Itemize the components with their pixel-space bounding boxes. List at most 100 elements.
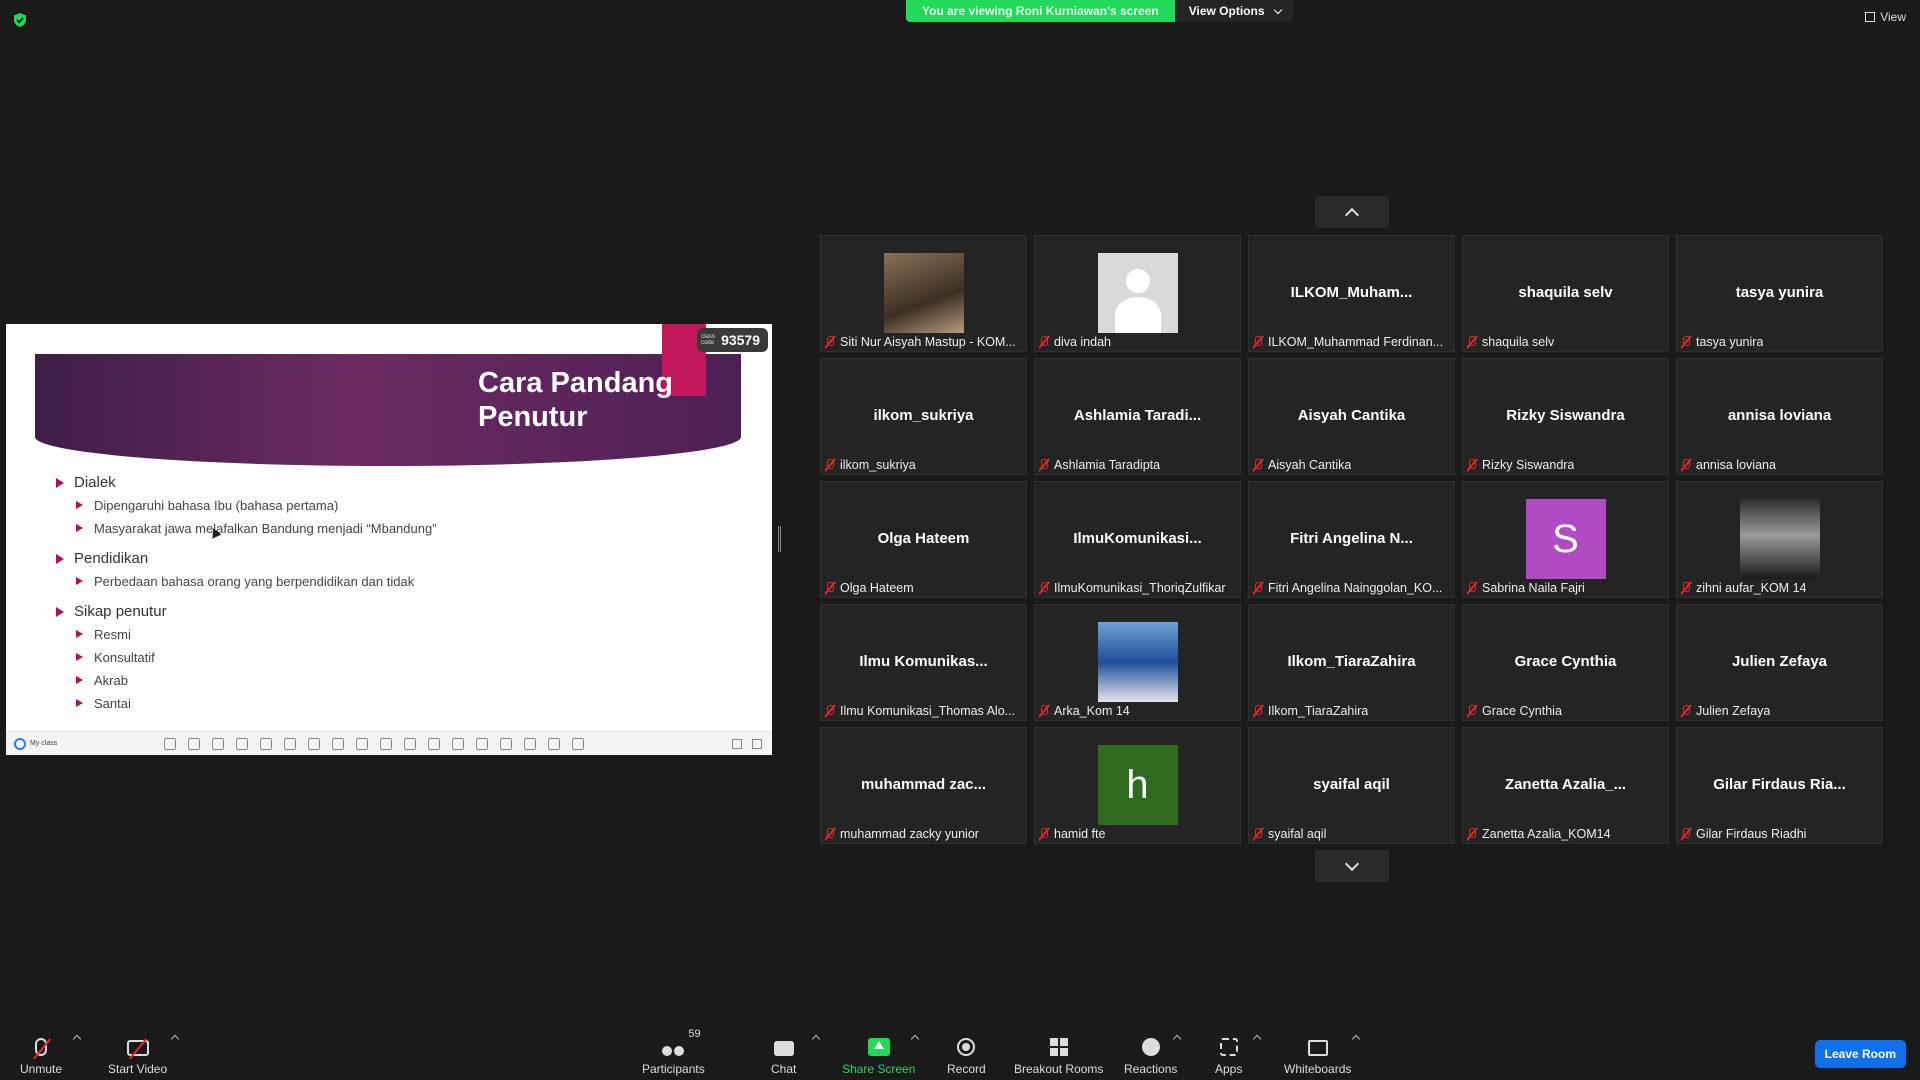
participant-name-bar: annisa loviana — [1681, 458, 1878, 472]
my-class-button[interactable]: My class — [14, 737, 164, 750]
participant-name: Arka_Kom 14 — [1054, 704, 1130, 718]
participant-tile[interactable]: h hamid fte — [1034, 727, 1241, 844]
sub-bullet-item: Dipengaruhi bahasa Ibu (bahasa pertama) — [52, 494, 437, 517]
participant-tile[interactable]: muhammad zac... muhammad zacky yunior — [820, 727, 1027, 844]
microphone-muted-icon — [1253, 581, 1263, 595]
participant-name: shaquila selv — [1482, 335, 1555, 349]
unmute-button[interactable]: Unmute — [20, 1032, 62, 1076]
participants-icon — [662, 1046, 685, 1056]
leave-room-button[interactable]: Leave Room — [1814, 1040, 1906, 1068]
chart-icon[interactable] — [524, 737, 536, 750]
record-button[interactable]: Record — [947, 1032, 986, 1076]
participant-tile[interactable]: syaifal aqil syaifal aqil — [1248, 727, 1455, 844]
participant-tile[interactable]: Julien Zefaya Julien Zefaya — [1676, 604, 1883, 721]
slides-grid-icon[interactable] — [164, 737, 176, 750]
participant-tile[interactable]: Ilkom_TiaraZahira Ilkom_TiaraZahira — [1248, 604, 1455, 721]
gallery-page-down-button[interactable] — [1315, 850, 1389, 882]
shapes-icon[interactable] — [356, 737, 368, 750]
participant-display-name: ILKOM_Muham... — [1290, 284, 1413, 301]
settings-icon[interactable] — [548, 737, 560, 750]
participant-name-bar: shaquila selv — [1467, 335, 1664, 349]
participant-tile[interactable]: Gilar Firdaus Ria... Gilar Firdaus Riadhi — [1676, 727, 1883, 844]
sub-bullet-item: Resmi — [52, 623, 437, 646]
participant-tile[interactable]: ilkom_sukriya ilkom_sukriya — [820, 358, 1027, 475]
participant-tile[interactable]: shaquila selv shaquila selv — [1462, 235, 1669, 352]
participant-tile[interactable]: Ilmu Komunikas... Ilmu Komunikasi_Thomas … — [820, 604, 1027, 721]
whiteboard-icon[interactable] — [404, 737, 416, 750]
pointer-icon[interactable] — [236, 737, 248, 750]
highlighter-icon[interactable] — [308, 737, 320, 750]
quiz-icon[interactable] — [452, 737, 464, 750]
participant-tile[interactable]: Fitri Angelina N... Fitri Angelina Naingg… — [1248, 481, 1455, 598]
participant-tile[interactable]: zihni aufar_KOM 14 — [1676, 481, 1883, 598]
participant-name-bar: syaifal aqil — [1253, 827, 1450, 841]
text-icon[interactable] — [380, 737, 392, 750]
participant-name-bar: tasya yunira — [1681, 335, 1878, 349]
timer-icon[interactable] — [476, 737, 488, 750]
participant-tile[interactable]: tasya yunira tasya yunira — [1676, 235, 1883, 352]
participant-name: tasya yunira — [1696, 335, 1764, 349]
bullet-arrow-icon — [76, 699, 83, 707]
class-code-label: class code — [701, 334, 715, 346]
view-options-button[interactable]: View Options — [1174, 0, 1293, 22]
start-video-button[interactable]: Start Video — [108, 1032, 167, 1076]
split-resize-handle[interactable] — [778, 526, 781, 552]
whiteboards-options-caret[interactable] — [1351, 1034, 1361, 1044]
apps-options-caret[interactable] — [1252, 1034, 1262, 1044]
security-shield-icon[interactable] — [12, 12, 28, 28]
participant-tile[interactable]: Zanetta Azalia_... Zanetta Azalia_KOM14 — [1462, 727, 1669, 844]
apps-icon — [1219, 1038, 1238, 1056]
exit-icon[interactable] — [752, 738, 762, 749]
microphone-muted-icon — [35, 1038, 48, 1056]
participant-name: Aisyah Cantika — [1268, 458, 1352, 472]
collapse-icon[interactable] — [732, 738, 742, 749]
participant-tile[interactable]: Rizky Siswandra Rizky Siswandra — [1462, 358, 1669, 475]
audio-options-caret[interactable] — [72, 1034, 82, 1044]
participant-tile[interactable]: Ashlamia Taradi... Ashlamia Taradipta — [1034, 358, 1241, 475]
breakout-rooms-button[interactable]: Breakout Rooms — [1014, 1032, 1103, 1076]
participant-tile[interactable]: Aisyah Cantika Aisyah Cantika — [1248, 358, 1455, 475]
apps-button[interactable]: Apps — [1215, 1032, 1242, 1076]
participant-tile[interactable]: diva indah — [1034, 235, 1241, 352]
meeting-toolbar: Unmute Start Video 59 Participants Chat … — [0, 1024, 1920, 1080]
laser-icon[interactable] — [260, 737, 272, 750]
bullet-arrow-icon — [76, 577, 83, 585]
web-icon[interactable] — [500, 737, 512, 750]
reactions-button[interactable]: Reactions — [1124, 1032, 1177, 1076]
bullet-item: Dialek — [52, 472, 437, 494]
microphone-muted-icon — [825, 827, 835, 841]
chat-button[interactable]: Chat — [771, 1032, 796, 1076]
participant-tile[interactable]: Grace Cynthia Grace Cynthia — [1462, 604, 1669, 721]
arrow-right-icon[interactable] — [212, 737, 224, 750]
sub-bullet-item: Akrab — [52, 669, 437, 692]
participant-tile[interactable]: S Sabrina Naila Fajri — [1462, 481, 1669, 598]
hand-icon[interactable] — [428, 737, 440, 750]
participant-name-bar: Ashlamia Taradipta — [1039, 458, 1236, 472]
microphone-muted-icon — [1467, 335, 1477, 349]
whiteboards-button[interactable]: Whiteboards — [1284, 1032, 1351, 1076]
chat-options-caret[interactable] — [811, 1034, 821, 1044]
bullet-item: Pendidikan — [52, 548, 437, 570]
profile-photo — [883, 253, 964, 333]
arrow-left-icon[interactable] — [188, 737, 200, 750]
participant-tile[interactable]: annisa loviana annisa loviana — [1676, 358, 1883, 475]
eraser-icon[interactable] — [332, 737, 344, 750]
share-screen-button[interactable]: Share Screen — [842, 1032, 915, 1076]
microphone-muted-icon — [1039, 458, 1049, 472]
participant-tile[interactable]: ILKOM_Muham... ILKOM_Muhammad Ferdinan... — [1248, 235, 1455, 352]
bullet-item: Sikap penutur — [52, 601, 437, 623]
award-icon[interactable] — [572, 737, 584, 750]
participant-tile[interactable]: Arka_Kom 14 — [1034, 604, 1241, 721]
participant-name: Zanetta Azalia_KOM14 — [1482, 827, 1611, 841]
pen-icon[interactable] — [284, 737, 296, 750]
participant-tile[interactable]: IlmuKomunikasi... IlmuKomunikasi_ThoriqZu… — [1034, 481, 1241, 598]
participant-tile[interactable]: Siti Nur Aisyah Mastup - KOM... — [820, 235, 1027, 352]
participants-button[interactable]: 59 Participants — [642, 1028, 705, 1076]
participant-name-bar: Zanetta Azalia_KOM14 — [1467, 827, 1664, 841]
participant-tile[interactable]: Olga Hateem Olga Hateem — [820, 481, 1027, 598]
shared-screen[interactable]: Cara Pandang Penutur class code 93579 Di… — [6, 324, 772, 755]
gallery-page-up-button[interactable] — [1315, 196, 1389, 228]
view-button[interactable]: View — [1865, 10, 1906, 24]
participant-name: Ilmu Komunikasi_Thomas Alo... — [840, 704, 1016, 718]
video-options-caret[interactable] — [170, 1034, 180, 1044]
